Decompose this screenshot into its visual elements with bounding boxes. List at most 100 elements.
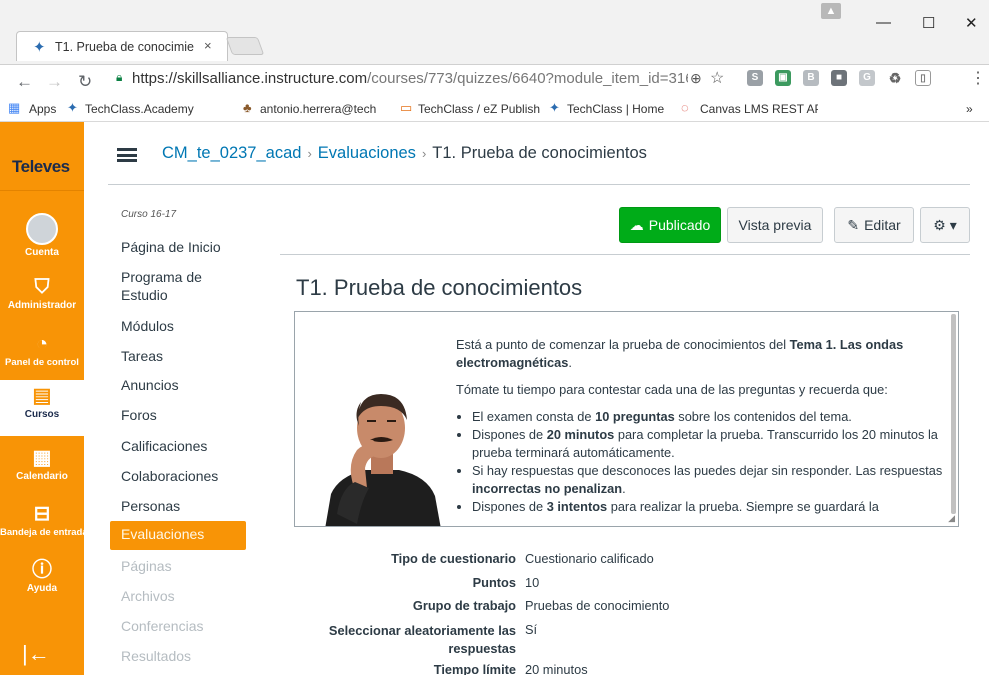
- detail-label-quiz-type: Tipo de cuestionario: [391, 551, 516, 566]
- bookmark-star-icon[interactable]: ☆: [710, 68, 724, 88]
- collapse-nav-icon[interactable]: |←: [22, 641, 50, 667]
- profile-icon[interactable]: ▲: [821, 3, 841, 19]
- course-nav-discussions[interactable]: Foros: [121, 406, 157, 424]
- course-nav-announcements[interactable]: Anuncios: [121, 376, 179, 394]
- breadcrumb-course[interactable]: CM_te_0237_acad: [162, 144, 301, 162]
- quiz-title: T1. Prueba de conocimientos: [296, 275, 583, 300]
- nav-help[interactable]: ⓘ Ayuda: [0, 559, 84, 594]
- back-icon[interactable]: ←: [16, 72, 33, 92]
- url-text[interactable]: https://skillsalliance.instructure.com/c…: [132, 70, 688, 87]
- tab-favicon-icon: ✦: [33, 39, 46, 56]
- bookmark-canvas-api[interactable]: Canvas LMS REST API: [700, 102, 818, 116]
- reload-icon[interactable]: ↻: [78, 72, 92, 92]
- gear-icon: ⚙: [933, 217, 946, 233]
- rules-list: El examen consta de 10 preguntas sobre l…: [472, 408, 946, 516]
- resize-handle-icon[interactable]: ◢: [948, 513, 955, 524]
- course-nav-pages[interactable]: Páginas: [121, 557, 172, 575]
- help-icon: ⓘ: [32, 559, 52, 581]
- nav-calendar[interactable]: ▦ Calendario: [0, 447, 84, 482]
- hamburger-menu-icon[interactable]: [117, 148, 137, 162]
- menu-dots-icon[interactable]: ⋮: [970, 68, 986, 88]
- minimize-icon[interactable]: —: [876, 14, 891, 31]
- nav-label: Administrador: [7, 300, 77, 311]
- preview-button[interactable]: Vista previa: [727, 207, 823, 243]
- close-window-icon[interactable]: ✕: [965, 14, 978, 32]
- zoom-icon[interactable]: ⊕: [690, 70, 702, 87]
- new-tab-button[interactable]: [225, 37, 265, 55]
- extension-window-icon[interactable]: ▯: [915, 70, 931, 86]
- extension-save-icon[interactable]: ▣: [775, 70, 791, 86]
- pencil-icon: ✎: [847, 217, 860, 233]
- bookmark-antonio[interactable]: antonio.herrera@tech: [260, 102, 392, 116]
- user-avatar: [26, 213, 58, 245]
- nav-label: Cuenta: [25, 247, 59, 258]
- detail-value-time-limit: 20 minutos: [525, 662, 588, 675]
- maximize-icon[interactable]: ☐: [922, 14, 935, 32]
- course-nav-assignments[interactable]: Tareas: [121, 347, 163, 365]
- bookmarks-more-icon[interactable]: »: [966, 102, 973, 116]
- list-item: El examen consta de 10 preguntas sobre l…: [472, 408, 946, 426]
- course-nav-files[interactable]: Archivos: [121, 587, 175, 605]
- techclass-star-icon: ✦: [67, 100, 78, 115]
- extension-s-icon[interactable]: S: [747, 70, 763, 86]
- nav-account[interactable]: Cuenta: [0, 213, 84, 258]
- detail-label-shuffle-answers: Seleccionar aleatoriamente las respuesta…: [328, 623, 516, 656]
- nav-admin[interactable]: ⛉ Administrador: [0, 276, 84, 311]
- nav-label: Ayuda: [26, 583, 58, 594]
- extension-g-icon[interactable]: G: [859, 70, 875, 86]
- extension-square-icon[interactable]: ■: [831, 70, 847, 86]
- cloud-check-icon: ☁: [629, 217, 644, 233]
- quiz-description[interactable]: Está a punto de comenzar la prueba de co…: [294, 311, 959, 527]
- tab-title[interactable]: T1. Prueba de conocimie: [55, 40, 200, 54]
- breadcrumb-separator-icon: ›: [307, 146, 312, 161]
- course-nav-home[interactable]: Página de Inicio: [121, 238, 221, 256]
- breadcrumb-separator-icon: ›: [421, 146, 427, 161]
- brand-logo[interactable]: Televes: [12, 157, 70, 177]
- course-term: Curso 16-17: [121, 209, 177, 220]
- description-scrollbar[interactable]: [951, 314, 956, 522]
- quiz-description-text: Está a punto de comenzar la prueba de co…: [456, 336, 946, 516]
- course-nav-syllabus[interactable]: Programa de Estudio: [121, 268, 231, 304]
- nav-inbox[interactable]: ⊟ Bandeja de entrada: [0, 503, 84, 538]
- nav-courses[interactable]: ▤ Cursos: [0, 380, 84, 436]
- settings-button[interactable]: ⚙ ▾: [920, 207, 970, 243]
- detail-value-shuffle-answers: Sí: [525, 622, 538, 637]
- breadcrumb: CM_te_0237_acad › Evaluaciones › T1. Prueba …: [162, 144, 647, 163]
- edit-button[interactable]: ✎ Editar: [834, 207, 914, 243]
- course-nav-people[interactable]: Personas: [121, 497, 180, 515]
- apps-icon: ▦: [8, 100, 21, 115]
- detail-label-assignment-group: Grupo de trabajo: [412, 598, 516, 613]
- course-nav-modules[interactable]: Módulos: [121, 317, 174, 335]
- extension-b-icon[interactable]: B: [803, 70, 819, 86]
- detail-label-time-limit: Tiempo límite: [433, 662, 516, 675]
- list-item: Dispones de 3 intentos para realizar la …: [472, 498, 946, 516]
- bookmark-ez-publish[interactable]: TechClass / eZ Publish: [418, 102, 540, 116]
- lock-icon: 🔒︎: [116, 70, 123, 84]
- techclass-home-icon: ✦: [549, 100, 560, 115]
- brand-divider: [0, 190, 84, 191]
- course-nav-conferences[interactable]: Conferencias: [121, 617, 204, 635]
- nav-label: Bandeja de entrada: [0, 527, 84, 538]
- extension-recycle-icon[interactable]: ♻: [887, 70, 903, 86]
- course-nav-outcomes[interactable]: Resultados: [121, 647, 191, 665]
- nav-dashboard[interactable]: ◔ Panel de control: [0, 333, 84, 368]
- course-nav-quizzes-label: Evaluaciones: [121, 526, 205, 542]
- scrollbar-thumb[interactable]: [951, 314, 956, 514]
- course-nav-collaborations[interactable]: Colaboraciones: [121, 467, 218, 485]
- bookmark-techclass-home[interactable]: TechClass | Home: [567, 102, 664, 116]
- published-button[interactable]: ☁ Publicado: [619, 207, 721, 243]
- nav-label: Cursos: [24, 409, 60, 420]
- calendar-icon: ▦: [32, 447, 52, 469]
- course-nav-quizzes[interactable]: Evaluaciones: [110, 521, 246, 550]
- actions-divider: [280, 254, 970, 255]
- bookmark-techclass-academy[interactable]: TechClass.Academy: [85, 102, 227, 116]
- forward-icon[interactable]: →: [46, 72, 63, 92]
- tab-close-icon[interactable]: ×: [204, 38, 212, 53]
- advice-paragraph: Tómate tu tiempo para contestar cada una…: [456, 382, 888, 397]
- nav-label: Calendario: [16, 471, 68, 482]
- breadcrumb-section[interactable]: Evaluaciones: [318, 144, 416, 162]
- dashboard-icon: ◔: [35, 333, 49, 355]
- preview-label: Vista previa: [738, 217, 812, 233]
- bookmark-apps[interactable]: Apps: [29, 102, 56, 116]
- course-nav-grades[interactable]: Calificaciones: [121, 437, 207, 455]
